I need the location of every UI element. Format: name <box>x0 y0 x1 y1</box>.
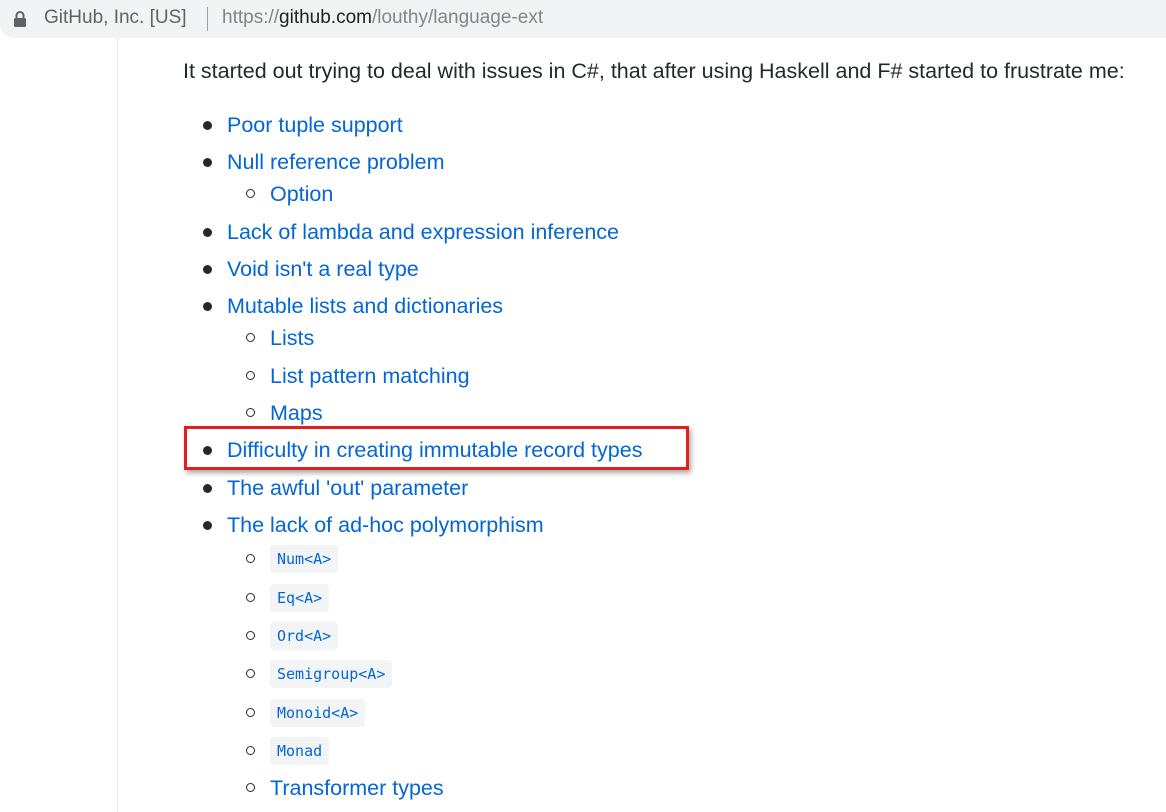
sub-list-item-link[interactable]: Maps <box>270 399 323 427</box>
code-link[interactable]: Monad <box>270 737 330 765</box>
sub-bullet <box>246 746 255 755</box>
sub-bullet <box>246 783 255 792</box>
sub-bullet <box>246 593 255 602</box>
code-link[interactable]: Ord<A> <box>270 622 339 650</box>
url-path: /louthy/language-ext <box>371 7 544 28</box>
list-item-link[interactable]: Mutable lists and dictionaries <box>227 292 503 320</box>
bullet <box>203 265 212 274</box>
bullet <box>203 121 212 130</box>
sub-bullet <box>246 333 255 342</box>
site-identity[interactable]: GitHub, Inc. [US] <box>44 7 187 29</box>
bullet <box>203 158 212 167</box>
code-link[interactable]: Semigroup<A> <box>270 660 393 688</box>
bullet <box>203 228 212 237</box>
sub-bullet <box>246 708 255 717</box>
sub-bullet <box>246 371 255 380</box>
sub-bullet <box>246 408 255 417</box>
bullet <box>203 446 212 455</box>
url-host: github.com <box>279 7 372 28</box>
sub-bullet <box>246 189 255 198</box>
bullet <box>203 521 212 530</box>
list-item-link[interactable]: The awful 'out' parameter <box>227 474 468 502</box>
sub-list-item-link[interactable]: List pattern matching <box>270 362 470 390</box>
list-item-link[interactable]: Void isn't a real type <box>227 255 419 283</box>
bullet <box>203 484 212 493</box>
sub-bullet <box>246 554 255 563</box>
list-item-link[interactable]: Lack of lambda and expression inference <box>227 218 619 246</box>
content-divider <box>117 38 118 812</box>
sub-list-item-link[interactable]: Lists <box>270 324 314 352</box>
address-divider <box>207 7 208 31</box>
url-scheme: https:// <box>222 7 280 28</box>
sub-bullet <box>246 669 255 678</box>
code-link[interactable]: Num<A> <box>270 545 339 573</box>
list-item-link[interactable]: Null reference problem <box>227 148 445 176</box>
sub-bullet <box>246 631 255 640</box>
address-bar[interactable]: GitHub, Inc. [US] https://github.com/lou… <box>0 0 1166 38</box>
list-item-link[interactable]: Poor tuple support <box>227 111 403 139</box>
code-link[interactable]: Monoid<A> <box>270 699 366 727</box>
list-item-link[interactable]: The lack of ad-hoc polymorphism <box>227 511 544 539</box>
code-link[interactable]: Eq<A> <box>270 584 330 612</box>
sub-list-item-link[interactable]: Option <box>270 180 333 208</box>
intro-paragraph: It started out trying to deal with issue… <box>183 59 1125 83</box>
bullet <box>203 302 212 311</box>
url-text[interactable]: https://github.com/louthy/language-ext <box>222 7 543 29</box>
list-item-link-highlighted[interactable]: Difficulty in creating immutable record … <box>227 436 642 464</box>
lock-icon[interactable] <box>13 10 27 28</box>
sub-list-item-link[interactable]: Transformer types <box>270 774 444 802</box>
